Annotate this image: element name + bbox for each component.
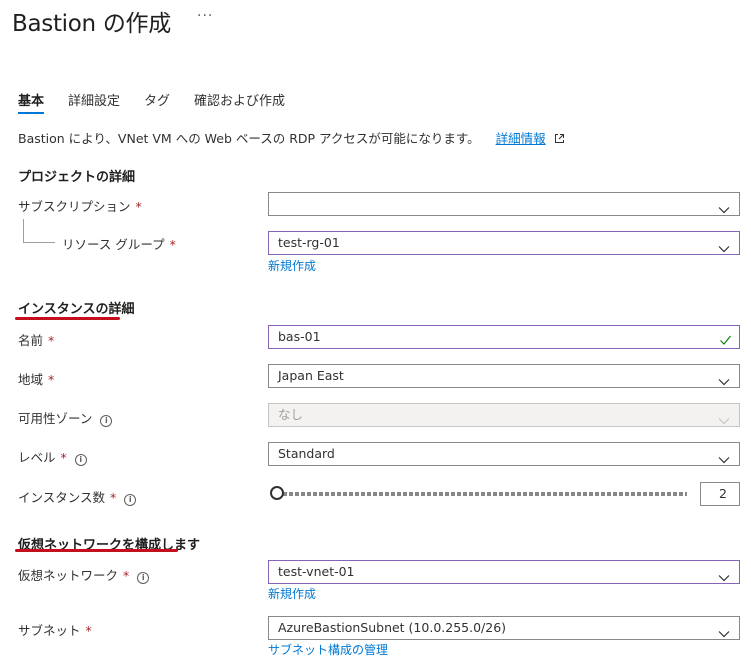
required-mark: * — [48, 372, 55, 387]
region-select[interactable]: Japan East — [268, 364, 740, 388]
chevron-down-icon — [718, 567, 730, 589]
vnet-select[interactable]: test-vnet-01 — [268, 560, 740, 584]
resource-group-value: test-rg-01 — [278, 235, 340, 250]
info-icon[interactable]: i — [124, 494, 137, 506]
availability-zone-label: 可用性ゾーン i — [18, 408, 113, 427]
chevron-down-icon — [718, 410, 730, 432]
subnet-select[interactable]: AzureBastionSubnet (10.0.255.0/26) — [268, 616, 740, 640]
tier-label-text: レベル — [18, 450, 56, 465]
tab-basics[interactable]: 基本 — [18, 89, 45, 117]
tab-review-create[interactable]: 確認および作成 — [194, 89, 285, 117]
chevron-down-icon — [718, 199, 730, 221]
learn-more-link[interactable]: 詳細情報 — [496, 131, 546, 146]
more-options-icon[interactable]: ··· — [197, 8, 213, 24]
availability-zone-label-text: 可用性ゾーン — [18, 411, 93, 426]
region-label: 地域 * — [18, 369, 54, 388]
create-new-vnet-link[interactable]: 新規作成 — [268, 585, 316, 602]
name-label: 名前 * — [18, 330, 54, 349]
subscription-label-text: サブスクリプション — [18, 199, 131, 214]
availability-zone-value: なし — [278, 407, 304, 422]
instance-count-slider-thumb[interactable] — [270, 486, 284, 500]
description-text: Bastion により、VNet VM への Web ベースの RDP アクセス… — [18, 131, 480, 146]
tier-select[interactable]: Standard — [268, 442, 740, 466]
name-label-text: 名前 — [18, 333, 44, 348]
chevron-down-icon — [718, 371, 730, 393]
manage-subnet-link[interactable]: サブネット構成の管理 — [268, 641, 388, 658]
availability-zone-select: なし — [268, 403, 740, 427]
instance-count-label-text: インスタンス数 — [18, 490, 106, 505]
required-mark: * — [85, 623, 92, 638]
resource-group-label-text: リソース グループ — [62, 237, 165, 252]
required-mark: * — [135, 199, 142, 214]
resource-group-select[interactable]: test-rg-01 — [268, 231, 740, 255]
tier-value: Standard — [278, 446, 335, 461]
required-mark: * — [123, 568, 130, 583]
tab-advanced[interactable]: 詳細設定 — [68, 89, 120, 117]
chevron-down-icon — [718, 623, 730, 645]
required-mark: * — [48, 333, 55, 348]
required-mark: * — [169, 237, 176, 252]
name-input[interactable]: bas-01 — [268, 325, 740, 349]
external-link-icon — [554, 132, 565, 147]
region-label-text: 地域 — [18, 372, 44, 387]
chevron-down-icon — [718, 449, 730, 471]
instance-count-input[interactable]: 2 — [700, 482, 740, 506]
project-details-heading: プロジェクトの詳細 — [18, 170, 136, 185]
info-icon[interactable]: i — [74, 454, 87, 466]
vnet-label-text: 仮想ネットワーク — [18, 568, 119, 583]
name-value: bas-01 — [278, 329, 321, 344]
annotation-underline — [15, 317, 120, 320]
checkmark-icon — [719, 331, 732, 353]
vnet-label: 仮想ネットワーク * i — [18, 565, 150, 584]
vnet-value: test-vnet-01 — [278, 564, 355, 579]
create-new-resource-group-link[interactable]: 新規作成 — [268, 257, 316, 274]
subnet-value: AzureBastionSubnet (10.0.255.0/26) — [278, 620, 507, 635]
tier-label: レベル * i — [18, 447, 87, 466]
instance-details-heading: インスタンスの詳細 — [18, 302, 135, 317]
instance-count-slider-track[interactable] — [283, 492, 687, 496]
page-title: Bastion の作成 — [12, 11, 171, 37]
tree-connector — [23, 219, 24, 243]
tab-bar: 基本 詳細設定 タグ 確認および作成 — [18, 89, 309, 117]
description: Bastion により、VNet VM への Web ベースの RDP アクセス… — [18, 128, 565, 147]
subnet-label: サブネット * — [18, 620, 92, 639]
instance-count-label: インスタンス数 * i — [18, 487, 137, 506]
chevron-down-icon — [718, 238, 730, 260]
tree-connector — [23, 242, 55, 243]
subscription-select[interactable] — [268, 192, 740, 216]
subnet-label-text: サブネット — [18, 623, 81, 638]
info-icon[interactable]: i — [100, 415, 113, 427]
subscription-label: サブスクリプション * — [18, 196, 142, 215]
resource-group-label: リソース グループ * — [62, 234, 176, 253]
annotation-underline — [15, 549, 178, 552]
tab-tags[interactable]: タグ — [144, 89, 170, 117]
required-mark: * — [110, 490, 117, 505]
info-icon[interactable]: i — [137, 572, 150, 584]
region-value: Japan East — [278, 368, 344, 383]
required-mark: * — [60, 450, 67, 465]
